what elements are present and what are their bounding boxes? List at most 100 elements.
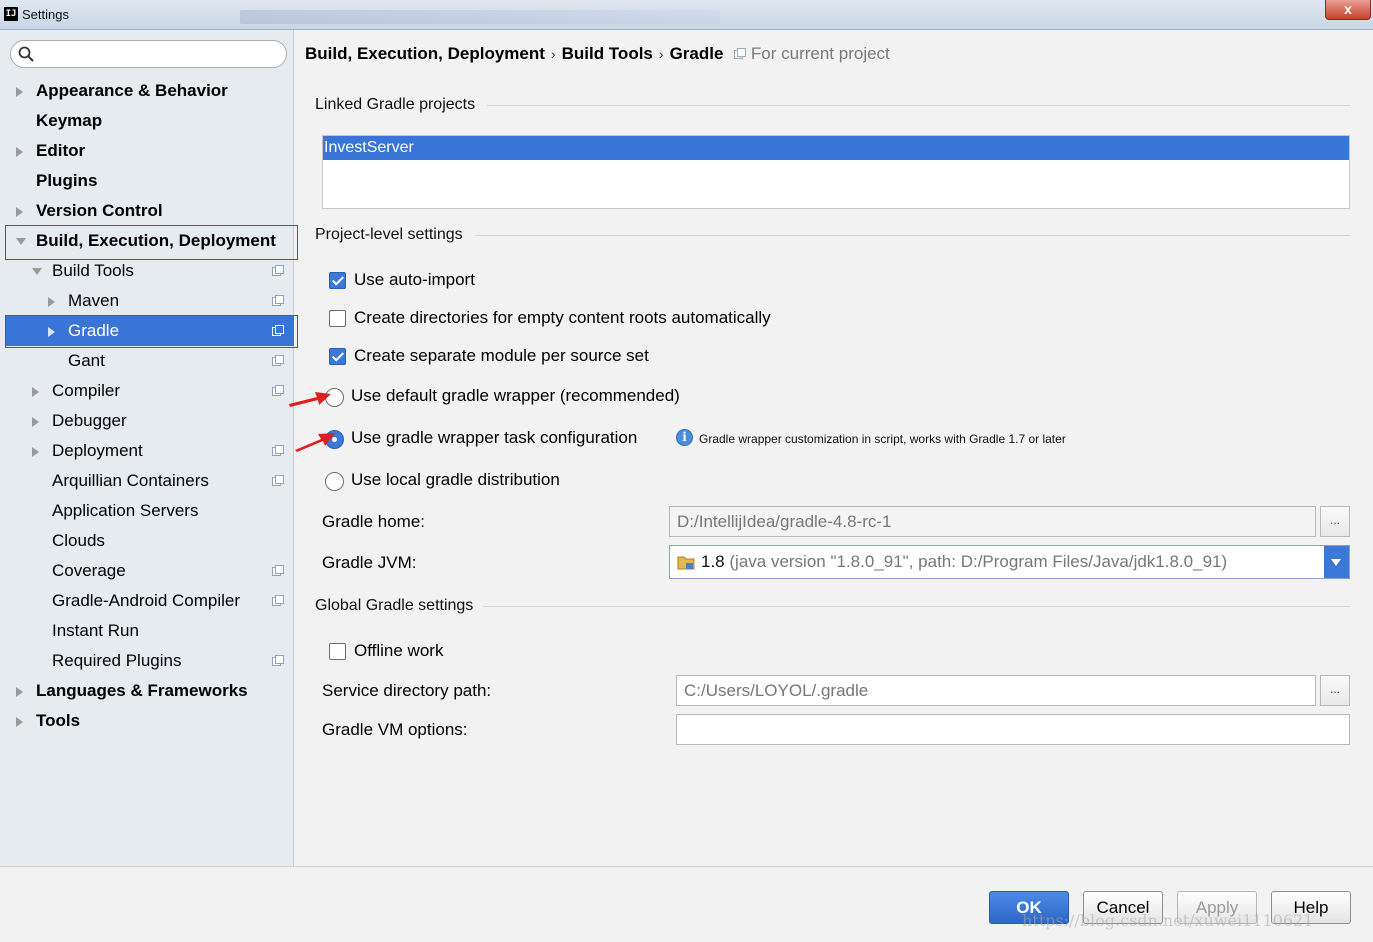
sidebar-item-gant[interactable]: Gant: [0, 346, 294, 376]
sidebar-item-keymap[interactable]: Keymap: [0, 106, 294, 136]
chevron-right-icon[interactable]: [16, 87, 23, 97]
sidebar-item-label: Keymap: [36, 111, 103, 130]
breadcrumb-scope: For current project: [734, 44, 890, 63]
sidebar-item-coverage[interactable]: Coverage: [0, 556, 294, 586]
gradle-jvm-detail: (java version "1.8.0_91", path: D:/Progr…: [729, 552, 1228, 571]
annotation-box-build-execution: [5, 225, 298, 260]
sidebar-item-label: Compiler: [52, 381, 121, 400]
section-divider: [475, 235, 1350, 236]
sidebar-item-tools[interactable]: Tools: [0, 706, 294, 736]
service-directory-browse-button[interactable]: ...: [1320, 675, 1350, 706]
section-divider: [487, 105, 1350, 106]
sidebar-item-build-tools[interactable]: Build Tools: [0, 256, 294, 286]
linked-projects-title: Linked Gradle projects: [315, 96, 476, 113]
sidebar-item-gradle-android-compiler[interactable]: Gradle-Android Compiler: [0, 586, 294, 616]
sidebar-item-label: Arquillian Containers: [52, 471, 209, 490]
gradle-jvm-value: 1.8 (java version "1.8.0_91", path: D:/P…: [701, 546, 1227, 578]
chevron-right-icon[interactable]: [16, 717, 23, 727]
sidebar-item-label: Languages & Frameworks: [36, 681, 248, 700]
sidebar-item-deployment[interactable]: Deployment: [0, 436, 294, 466]
project-scope-icon: [272, 265, 284, 276]
sidebar-item-instant-run[interactable]: Instant Run: [0, 616, 294, 646]
chevron-right-icon[interactable]: [32, 417, 39, 427]
breadcrumb-separator: ›: [658, 46, 664, 62]
settings-search-input[interactable]: [10, 40, 287, 68]
offline-work-checkbox[interactable]: [329, 643, 346, 660]
wrapper-task-label: Use gradle wrapper task configuration: [351, 428, 638, 447]
chevron-down-icon[interactable]: [1324, 546, 1349, 578]
sidebar-item-label: Appearance & Behavior: [36, 81, 228, 100]
window-title: Settings: [22, 7, 69, 22]
watermark-text: https://blog.csdn.net/xuwei1110621: [1022, 911, 1314, 930]
search-icon: [18, 46, 34, 62]
window-close-button[interactable]: x: [1325, 0, 1371, 20]
sidebar-item-editor[interactable]: Editor: [0, 136, 294, 166]
breadcrumb-build-execution: Build, Execution, Deployment: [305, 44, 545, 63]
linked-project-item[interactable]: InvestServer: [323, 136, 1349, 160]
section-divider: [483, 606, 1350, 607]
sidebar-item-label: Gradle-Android Compiler: [52, 591, 241, 610]
local-distribution-label: Use local gradle distribution: [351, 470, 560, 489]
breadcrumb-gradle: Gradle: [669, 44, 724, 63]
sidebar-item-label: Coverage: [52, 561, 126, 580]
sidebar-item-label: Build Tools: [52, 261, 134, 280]
project-scope-icon: [272, 595, 284, 606]
gradle-home-browse-button[interactable]: ...: [1320, 506, 1350, 537]
chevron-down-icon[interactable]: [32, 268, 42, 275]
chevron-right-icon[interactable]: [16, 147, 23, 157]
annotation-box-gradle: [5, 315, 298, 348]
vm-options-label: Gradle VM options:: [322, 720, 468, 739]
project-scope-icon: [272, 355, 284, 366]
sidebar-item-label: Instant Run: [52, 621, 139, 640]
linked-projects-list[interactable]: InvestServer: [322, 135, 1350, 209]
create-directories-checkbox[interactable]: [329, 310, 346, 327]
project-scope-icon: [272, 655, 284, 666]
project-scope-icon: [734, 48, 747, 59]
sidebar-item-required-plugins[interactable]: Required Plugins: [0, 646, 294, 676]
offline-work-label: Offline work: [354, 641, 444, 660]
sidebar-item-plugins[interactable]: Plugins: [0, 166, 294, 196]
chevron-right-icon[interactable]: [16, 207, 23, 217]
sidebar-item-debugger[interactable]: Debugger: [0, 406, 294, 436]
sidebar-item-compiler[interactable]: Compiler: [0, 376, 294, 406]
gradle-jvm-label: Gradle JVM:: [322, 553, 417, 572]
sidebar-item-clouds[interactable]: Clouds: [0, 526, 294, 556]
sidebar-item-languages-and-frameworks[interactable]: Languages & Frameworks: [0, 676, 294, 706]
sidebar-item-label: Deployment: [52, 441, 143, 460]
separate-module-label: Create separate module per source set: [354, 346, 649, 365]
chevron-right-icon[interactable]: [32, 447, 39, 457]
breadcrumb-scope-text: For current project: [750, 44, 890, 63]
settings-content: Build, Execution, Deployment › Build Tools…: [289, 30, 1373, 866]
sidebar-item-label: Required Plugins: [52, 651, 182, 670]
sidebar-item-label: Gant: [68, 351, 105, 370]
folder-icon: [677, 556, 695, 570]
sidebar-item-version-control[interactable]: Version Control: [0, 196, 294, 226]
chevron-right-icon[interactable]: [48, 297, 55, 307]
auto-import-checkbox[interactable]: [329, 272, 346, 289]
sidebar-item-label: Tools: [36, 711, 81, 730]
wrapper-info-text: Gradle wrapper customization in script, …: [699, 432, 1066, 446]
sidebar-item-arquillian-containers[interactable]: Arquillian Containers: [0, 466, 294, 496]
local-distribution-radio[interactable]: [325, 472, 344, 491]
chevron-right-icon[interactable]: [16, 687, 23, 697]
sidebar-item-label: Editor: [36, 141, 86, 160]
sidebar-item-appearance-and-behavior[interactable]: Appearance & Behavior: [0, 76, 294, 106]
project-settings-title: Project-level settings: [315, 226, 463, 243]
vm-options-field[interactable]: [676, 714, 1350, 745]
dialog-footer: OK Cancel Apply Help https://blog.csdn.n…: [0, 866, 1373, 942]
project-scope-icon: [272, 565, 284, 576]
breadcrumb-separator: ›: [550, 46, 556, 62]
settings-sidebar: Appearance & Behavior Keymap Editor Plugins…: [0, 30, 298, 866]
gradle-jvm-select[interactable]: 1.8 (java version "1.8.0_91", path: D:/P…: [669, 545, 1350, 579]
project-scope-icon: [272, 445, 284, 456]
chevron-right-icon[interactable]: [32, 387, 39, 397]
sidebar-item-maven[interactable]: Maven: [0, 286, 294, 316]
service-directory-field[interactable]: C:/Users/LOYOL/.gradle: [676, 675, 1316, 706]
sidebar-item-application-servers[interactable]: Application Servers: [0, 496, 294, 526]
gradle-home-field[interactable]: D:/IntellijIdea/gradle-4.8-rc-1: [669, 506, 1316, 537]
project-scope-icon: [272, 385, 284, 396]
sidebar-item-label: Version Control: [36, 201, 163, 220]
intellij-app-icon: IJ: [4, 7, 18, 21]
separate-module-checkbox[interactable]: [329, 348, 346, 365]
annotation-arrow-wrapper-task: [295, 433, 335, 452]
